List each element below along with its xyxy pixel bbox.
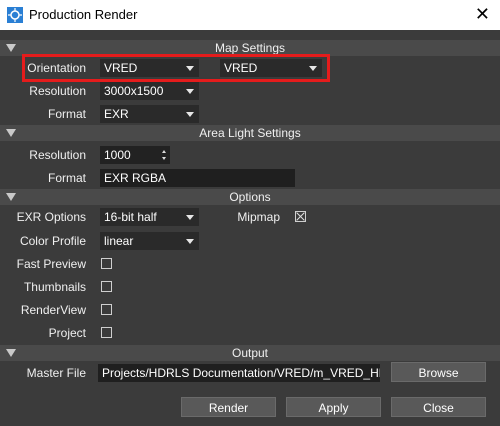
area-format-field[interactable]: EXR RGBA <box>100 169 295 187</box>
color-profile-label: Color Profile <box>19 234 86 248</box>
chevron-down-icon <box>186 239 194 244</box>
section-title: Options <box>229 190 271 204</box>
app-icon <box>7 7 23 23</box>
spin-up-icon[interactable] <box>162 150 166 153</box>
area-resolution-label: Resolution <box>29 148 86 162</box>
master-file-label: Master File <box>26 366 86 380</box>
section-header-area-light-settings[interactable]: Area Light Settings <box>0 125 500 141</box>
mipmap-checkbox[interactable] <box>295 211 306 222</box>
format-combo[interactable]: EXR <box>100 105 199 123</box>
orientation-highlight-box <box>22 54 330 82</box>
color-profile-combo[interactable]: linear <box>100 232 199 250</box>
project-label: Project <box>48 326 86 340</box>
resolution-combo[interactable]: 3000x1500 <box>100 82 199 100</box>
renderview-checkbox[interactable] <box>101 304 112 315</box>
area-format-value: EXR RGBA <box>104 171 167 185</box>
format-label: Format <box>47 107 86 121</box>
area-format-label: Format <box>47 171 86 185</box>
renderview-label: RenderView <box>20 303 86 317</box>
resolution-label: Resolution <box>29 84 86 98</box>
collapse-triangle-icon[interactable] <box>6 44 16 52</box>
render-button[interactable]: Render <box>181 397 276 417</box>
chevron-down-icon <box>186 112 194 117</box>
chevron-down-icon <box>186 215 194 220</box>
area-resolution-spinbox[interactable]: 1000 <box>100 146 170 164</box>
section-header-output[interactable]: Output <box>0 345 500 361</box>
mipmap-label: Mipmap <box>237 210 280 224</box>
fast-preview-label: Fast Preview <box>16 257 86 271</box>
spin-down-icon[interactable] <box>162 157 166 160</box>
exr-options-label: EXR Options <box>16 210 86 224</box>
resolution-combo-value: 3000x1500 <box>104 84 164 98</box>
master-file-value: Projects/HDRLS Documentation/VRED/m_VRED… <box>102 366 380 380</box>
collapse-triangle-icon[interactable] <box>6 193 16 201</box>
color-profile-value: linear <box>104 234 134 248</box>
section-title: Area Light Settings <box>199 126 301 140</box>
browse-button[interactable]: Browse <box>391 362 486 382</box>
collapse-triangle-icon[interactable] <box>6 129 16 137</box>
window-title: Production Render <box>29 7 138 22</box>
section-header-options[interactable]: Options <box>0 189 500 205</box>
thumbnails-label: Thumbnails <box>23 280 86 294</box>
fast-preview-checkbox[interactable] <box>101 258 112 269</box>
section-title: Map Settings <box>214 41 286 55</box>
format-combo-value: EXR <box>104 107 129 121</box>
master-file-field[interactable]: Projects/HDRLS Documentation/VRED/m_VRED… <box>98 364 380 382</box>
apply-button[interactable]: Apply <box>286 397 381 417</box>
thumbnails-checkbox[interactable] <box>101 281 112 292</box>
project-checkbox[interactable] <box>101 327 112 338</box>
section-title: Output <box>231 346 269 360</box>
exr-options-combo[interactable]: 16-bit half <box>100 208 199 226</box>
close-window-icon[interactable]: ✕ <box>475 3 490 25</box>
close-button[interactable]: Close <box>391 397 486 417</box>
title-bar: Production Render ✕ <box>0 0 500 30</box>
collapse-triangle-icon[interactable] <box>6 349 16 357</box>
area-resolution-value: 1000 <box>104 148 131 162</box>
chevron-down-icon <box>186 89 194 94</box>
exr-options-value: 16-bit half <box>104 210 157 224</box>
